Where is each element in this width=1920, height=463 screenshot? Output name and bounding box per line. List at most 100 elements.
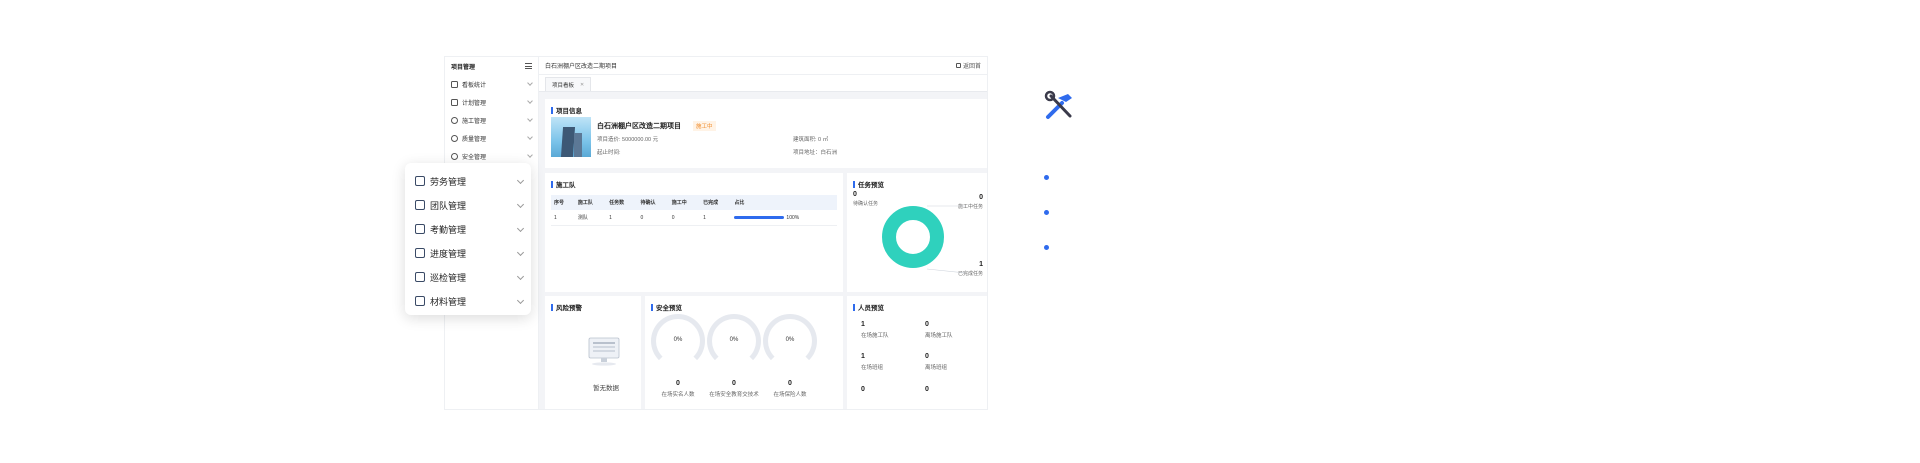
menu-item-label: 劳务管理 (430, 176, 467, 187)
menu-item-label: 团队管理 (430, 200, 467, 211)
card-title: 施工队 (545, 173, 843, 189)
gauge-label: 在场安全教育交技术 (709, 392, 759, 398)
sidebar-item-quality[interactable]: 质量管理 (445, 129, 538, 147)
chevron-down-icon (516, 224, 525, 232)
menu-item-label: 材料管理 (430, 296, 467, 307)
sidebar-header: 项目管理 (445, 57, 538, 75)
table-row[interactable]: 1 测队 1 0 0 1 100% (551, 210, 837, 226)
staff-card: 人员预览 1 在场施工队 0 离场施工队 1 在场班组 0 离场班组 0 0 (847, 296, 987, 409)
home-icon (955, 63, 961, 68)
sidebar-item-label: 看板统计 (462, 82, 487, 89)
donut-segment-done (882, 206, 944, 268)
topbar: 白石洲棚户区改造二期项目 返回首 (539, 57, 987, 75)
ratio-label: 100% (786, 214, 800, 221)
project-info-card: 项目信息 白石洲棚户区改造二期项目 施工中 项目造价: 5000000.00 元… (545, 99, 987, 168)
status-badge: 施工中 (693, 121, 716, 131)
staff-label: 离场施工队 (925, 333, 953, 339)
menu-item-material[interactable]: 材料管理 (405, 289, 531, 313)
column-header: 施工队 (574, 195, 607, 210)
card-title: 项目信息 (545, 99, 987, 115)
tab-label: 项目看板 (552, 82, 575, 89)
cell-pending: 0 (637, 210, 669, 226)
task-donut-chart (882, 205, 965, 274)
column-header: 待确认 (637, 195, 669, 210)
safety-card: 安全预览 0% 0% 0% 0 在场实名人数 0 在场安全教育交技术 0 在场保… (645, 296, 843, 409)
staff-count: 0 (925, 386, 929, 393)
menu-item-label: 考勤管理 (430, 224, 467, 235)
bullet-dot (1044, 210, 1049, 215)
chevron-down-icon (516, 248, 525, 256)
gauge-value: 0% (673, 337, 683, 343)
project-title: 白石洲棚户区改造二期项目 (545, 64, 618, 70)
column-header: 已完成 (700, 195, 732, 210)
gauge-label: 在场实名人数 (661, 392, 695, 398)
team-card: 施工队 序号 施工队 任务数 待确认 施工中 已完成 占比 1 测队 1 0 0… (545, 173, 843, 292)
menu-item-progress[interactable]: 进度管理 (405, 241, 531, 265)
back-home-button[interactable]: 返回首 (955, 61, 981, 70)
sidebar-item-label: 质量管理 (462, 136, 487, 143)
menu-item-team[interactable]: 团队管理 (405, 193, 531, 217)
sidebar-item-construction[interactable]: 施工管理 (445, 111, 538, 129)
staff-label: 在场施工队 (861, 333, 889, 339)
calendar-icon (415, 224, 425, 234)
project-period: 起止时间: (597, 150, 621, 156)
column-header: 占比 (731, 195, 837, 210)
chevron-down-icon (516, 176, 525, 184)
progress-icon (415, 248, 425, 258)
gauge-value: 0% (785, 337, 795, 343)
popup-menu: 劳务管理 团队管理 考勤管理 进度管理 巡检管理 材料管理 (405, 163, 531, 315)
staff-count: 0 (925, 353, 929, 360)
cell-ongoing: 0 (668, 210, 701, 226)
column-header: 序号 (551, 195, 575, 210)
collapse-menu-icon[interactable] (525, 63, 532, 69)
risk-card: 风险预警 暂无数据 (545, 296, 641, 409)
gauge-label: 在场保险人数 (773, 392, 807, 398)
gauge-count: 0 (676, 380, 680, 387)
cell-team-name: 测队 (574, 210, 607, 226)
chevron-down-icon (527, 116, 533, 122)
project-image (551, 117, 591, 157)
bullet-dot (1044, 245, 1049, 250)
column-header: 任务数 (606, 195, 638, 210)
project-cost: 项目造价: 5000000.00 元 (597, 137, 659, 143)
cell-no: 1 (551, 210, 575, 226)
project-name: 白石洲棚户区改造二期项目 (597, 123, 681, 130)
menu-item-label: 进度管理 (430, 248, 467, 259)
chevron-down-icon (516, 296, 525, 304)
gauge-count: 0 (732, 380, 736, 387)
staff-label: 离场班组 (925, 365, 948, 371)
sidebar-item-plan[interactable]: 计划管理 (445, 93, 538, 111)
task-overview-card: 任务预览 0 待确认任务 0 施工中任务 1 已完成任务 (847, 173, 987, 292)
labor-icon (415, 176, 425, 186)
cell-tasks: 1 (606, 210, 638, 226)
leader-line (926, 268, 965, 274)
done-count: 1 (979, 261, 983, 268)
menu-item-attendance[interactable]: 考勤管理 (405, 217, 531, 241)
tab-project-board[interactable]: 项目看板 ✕ (545, 77, 592, 91)
sidebar-item-dashboard[interactable]: 看板统计 (445, 75, 538, 93)
chevron-down-icon (516, 200, 525, 208)
staff-count: 1 (861, 353, 865, 360)
bullet-dot (1044, 175, 1049, 180)
card-title: 安全预览 (645, 296, 843, 312)
material-icon (415, 296, 425, 306)
chevron-down-icon (516, 272, 525, 280)
building-shape (574, 133, 582, 157)
ratio-progress-bar (734, 215, 785, 219)
chevron-down-icon (527, 152, 533, 158)
column-header: 施工中 (668, 195, 701, 210)
gauge-count: 0 (788, 380, 792, 387)
staff-count: 0 (925, 321, 929, 328)
close-icon[interactable]: ✕ (580, 82, 584, 88)
dashboard-icon (451, 80, 458, 88)
chevron-down-icon (527, 80, 533, 86)
staff-label: 在场班组 (861, 365, 884, 371)
cell-done: 1 (700, 210, 732, 226)
pending-count: 0 (853, 191, 857, 198)
card-title: 任务预览 (847, 173, 987, 189)
menu-item-inspection[interactable]: 巡检管理 (405, 265, 531, 289)
menu-item-labor[interactable]: 劳务管理 (405, 169, 531, 193)
safety-icon (451, 152, 458, 160)
table-header-row: 序号 施工队 任务数 待确认 施工中 已完成 占比 (551, 195, 837, 210)
sidebar-item-label: 施工管理 (462, 118, 487, 125)
